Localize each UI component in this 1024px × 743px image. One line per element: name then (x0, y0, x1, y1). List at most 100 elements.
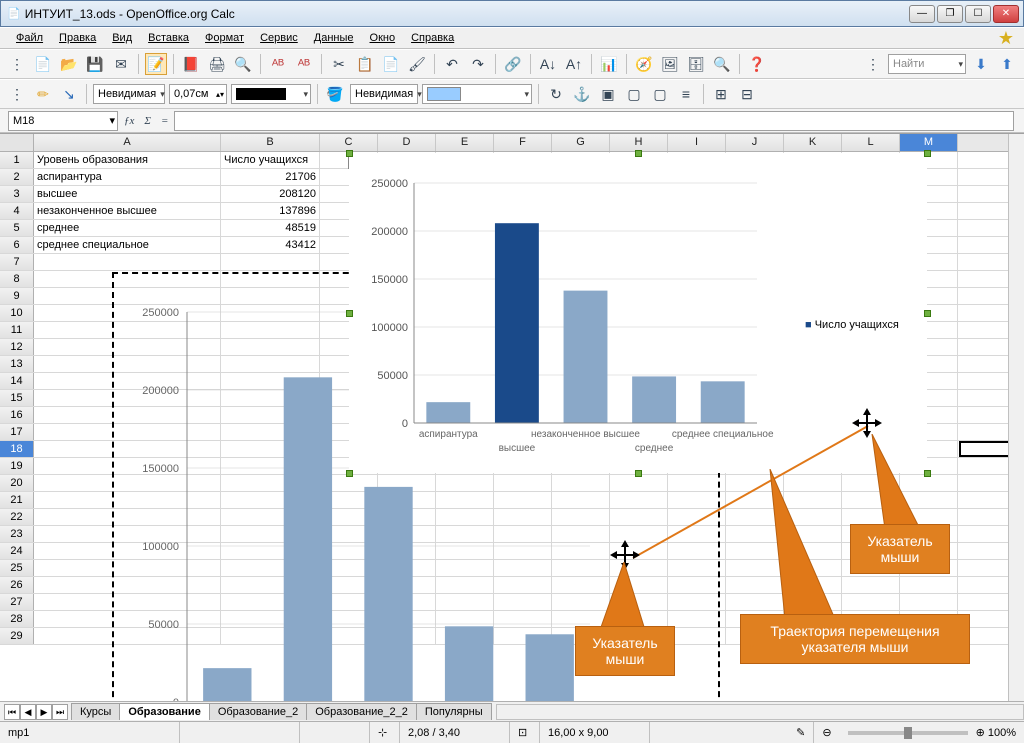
cell[interactable] (900, 475, 958, 491)
cell[interactable] (726, 543, 784, 559)
rowh-26[interactable]: 26 (0, 577, 34, 593)
rowh-28[interactable]: 28 (0, 611, 34, 627)
menu-data[interactable]: Данные (306, 30, 362, 46)
colh-E[interactable]: E (436, 134, 494, 151)
menu-window[interactable]: Окно (362, 30, 404, 46)
zoom-button[interactable]: 🔍 (711, 53, 733, 75)
preview-button[interactable]: 🔍 (232, 53, 254, 75)
forward-button[interactable]: ▢ (623, 83, 645, 105)
handle-n[interactable] (635, 150, 642, 157)
colh-J[interactable]: J (726, 134, 784, 151)
rowh-4[interactable]: 4 (0, 203, 34, 219)
fill-style-combo[interactable]: Невидимая▾ (350, 84, 418, 104)
undo-button[interactable]: ↶ (441, 53, 463, 75)
cell[interactable] (900, 509, 958, 525)
name-box[interactable]: M18 ▾ (8, 111, 118, 131)
close-button[interactable]: ✕ (993, 5, 1019, 23)
cell[interactable] (726, 509, 784, 525)
align-button[interactable]: ≡ (675, 83, 697, 105)
cell[interactable]: 21706 (221, 169, 320, 185)
cell[interactable] (221, 254, 320, 270)
menu-help[interactable]: Справка (403, 30, 462, 46)
cell[interactable]: незаконченное высшее (34, 203, 221, 219)
cell[interactable]: 43412 (221, 237, 320, 253)
cell[interactable]: 48519 (221, 220, 320, 236)
cell[interactable]: высшее (34, 186, 221, 202)
chart-button[interactable]: 📊 (598, 53, 620, 75)
sigma-icon[interactable]: Σ (144, 115, 151, 127)
cell[interactable]: 208120 (221, 186, 320, 202)
menu-view[interactable]: Вид (104, 30, 140, 46)
handle-e[interactable] (924, 310, 931, 317)
cell[interactable] (900, 594, 958, 610)
sheet-tab-4[interactable]: Образование_2_2 (306, 703, 417, 720)
cell[interactable] (784, 594, 842, 610)
sheet-tab-5[interactable]: Популярны (416, 703, 492, 720)
edit-button[interactable]: 📝 (145, 53, 167, 75)
colh-M[interactable]: M (900, 134, 958, 151)
horizontal-scrollbar[interactable] (496, 704, 1024, 720)
rowh-21[interactable]: 21 (0, 492, 34, 508)
rowh-5[interactable]: 5 (0, 220, 34, 236)
fx-icon[interactable]: ƒx (124, 115, 134, 127)
fill-color-combo[interactable]: ▾ (422, 84, 532, 104)
sort-asc-button[interactable]: A↓ (537, 53, 559, 75)
rowh-3[interactable]: 3 (0, 186, 34, 202)
tab-prev[interactable]: ◀ (20, 704, 36, 720)
nav-button[interactable]: 🧭 (633, 53, 655, 75)
cell[interactable] (726, 492, 784, 508)
rowh-15[interactable]: 15 (0, 390, 34, 406)
line-width-combo[interactable]: 0,07см▴▾ (169, 84, 227, 104)
cell[interactable] (842, 594, 900, 610)
sheet-tab-1[interactable]: Курсы (71, 703, 120, 720)
print-button[interactable]: 🖨 (206, 53, 228, 75)
cell[interactable] (726, 526, 784, 542)
vertical-scrollbar[interactable] (1008, 134, 1024, 701)
cell[interactable] (784, 543, 842, 559)
line-color-combo[interactable]: ▾ (231, 84, 311, 104)
arrow-down-icon[interactable]: ↘ (58, 83, 80, 105)
cell[interactable] (784, 492, 842, 508)
cell[interactable] (784, 577, 842, 593)
cell[interactable] (842, 492, 900, 508)
formula-input[interactable] (174, 111, 1014, 131)
cell[interactable] (726, 577, 784, 593)
colh-D[interactable]: D (378, 134, 436, 151)
cell[interactable] (900, 492, 958, 508)
cell[interactable]: 137896 (221, 203, 320, 219)
rowh-27[interactable]: 27 (0, 594, 34, 610)
cell[interactable] (784, 560, 842, 576)
handle-ne[interactable] (924, 150, 931, 157)
tab-first[interactable]: ⏮ (4, 704, 20, 720)
rowh-18[interactable]: 18 (0, 441, 34, 457)
cell[interactable] (842, 509, 900, 525)
cell[interactable] (900, 577, 958, 593)
menu-format[interactable]: Формат (197, 30, 252, 46)
cell[interactable] (842, 475, 900, 491)
rowh-1[interactable]: 1 (0, 152, 34, 168)
cell[interactable] (784, 509, 842, 525)
rowh-7[interactable]: 7 (0, 254, 34, 270)
menu-tools[interactable]: Сервис (252, 30, 306, 46)
save-button[interactable]: 💾 (84, 53, 106, 75)
autospell-button[interactable]: ᴬᴮ (293, 53, 315, 75)
handle-s[interactable] (635, 470, 642, 477)
sheet-tab-2[interactable]: Образование (119, 703, 210, 720)
rowh-9[interactable]: 9 (0, 288, 34, 304)
rowh-25[interactable]: 25 (0, 560, 34, 576)
rowh-13[interactable]: 13 (0, 356, 34, 372)
sheet-tab-3[interactable]: Образование_2 (209, 703, 307, 720)
rowh-20[interactable]: 20 (0, 475, 34, 491)
handle-se[interactable] (924, 470, 931, 477)
update-icon[interactable]: ★ (998, 28, 1024, 49)
highlight-icon[interactable]: ✏ (32, 83, 54, 105)
front-button[interactable]: ▣ (597, 83, 619, 105)
rowh-8[interactable]: 8 (0, 271, 34, 287)
tab-next[interactable]: ▶ (36, 704, 52, 720)
rowh-23[interactable]: 23 (0, 526, 34, 542)
cell[interactable]: Уровень образования (34, 152, 221, 168)
sort-desc-button[interactable]: A↑ (563, 53, 585, 75)
cell[interactable]: аспирантура (34, 169, 221, 185)
line-style-combo[interactable]: Невидимая▾ (93, 84, 165, 104)
handle-w[interactable] (346, 310, 353, 317)
